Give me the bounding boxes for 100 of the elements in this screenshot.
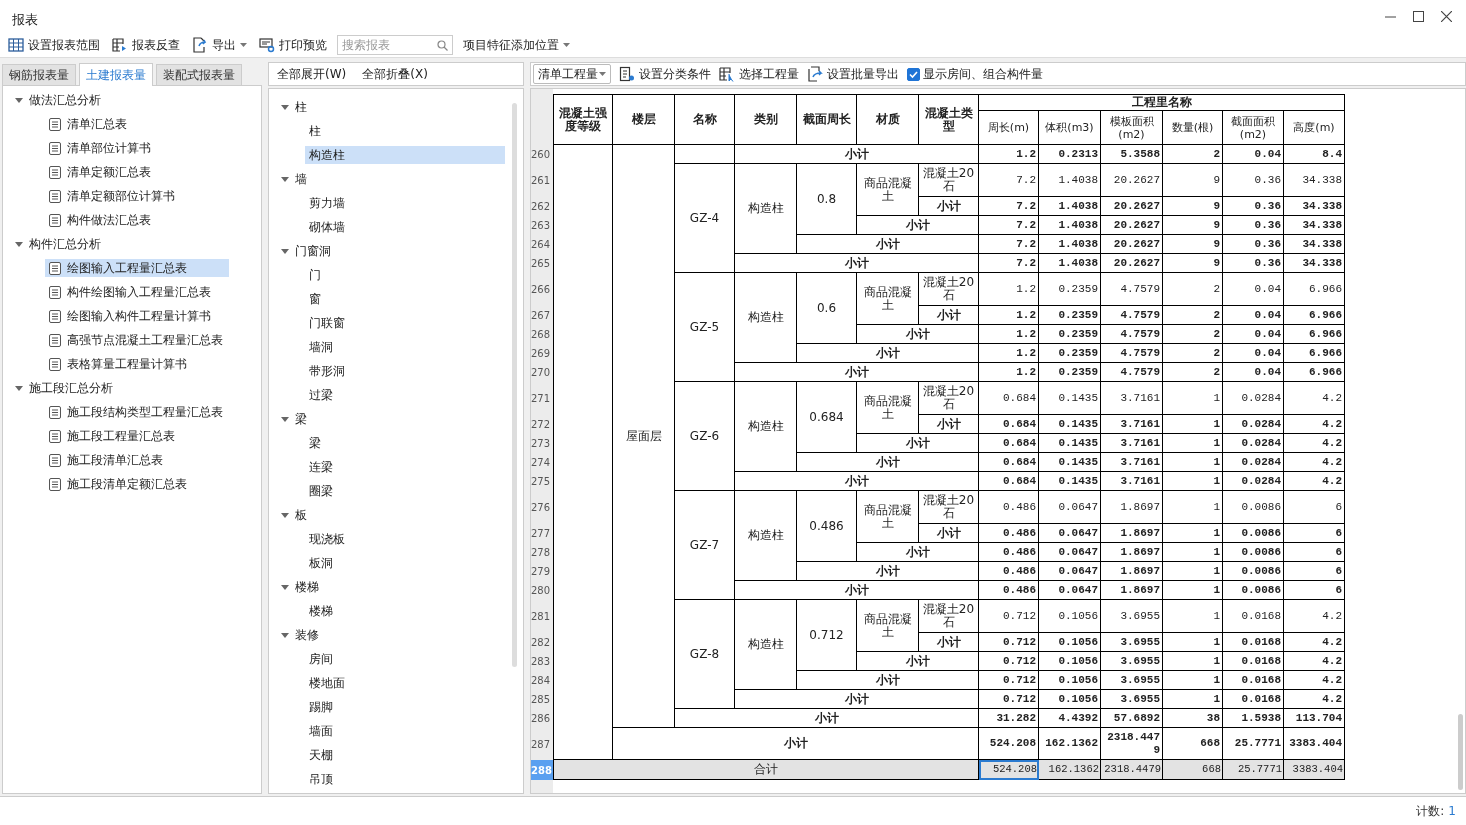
- tree-group[interactable]: 板: [295, 506, 311, 524]
- tree-group[interactable]: 楼梯: [295, 578, 323, 596]
- tree-group[interactable]: 柱: [295, 98, 311, 116]
- tree-item[interactable]: 墙洞: [305, 338, 505, 356]
- expand-arrow-icon[interactable]: [281, 512, 289, 518]
- table-cell: 57.6892: [1101, 709, 1163, 728]
- table-cell: 0.2359: [1039, 306, 1101, 325]
- tree-item[interactable]: 板洞: [305, 554, 505, 572]
- tree-item[interactable]: 门联窗: [305, 314, 505, 332]
- table-cell: 商品混凝土: [857, 600, 919, 652]
- table-cell: 0.486: [797, 491, 857, 562]
- tree-group[interactable]: 门窗洞: [295, 242, 335, 260]
- tree-group[interactable]: 装修: [295, 626, 323, 644]
- table-cell: 9: [1163, 216, 1223, 235]
- expand-arrow-icon[interactable]: [281, 176, 289, 182]
- tree-group[interactable]: 梁: [295, 410, 311, 428]
- toolbar-button[interactable]: 设置分类条件: [619, 65, 711, 83]
- tree-item[interactable]: 梁: [305, 434, 505, 452]
- table-cell: 6: [1284, 491, 1345, 524]
- tree-item[interactable]: 过梁: [305, 386, 505, 404]
- scrollbar[interactable]: [512, 103, 517, 667]
- expand-arrow-icon[interactable]: [15, 241, 23, 247]
- table-cell: 小计: [857, 216, 979, 235]
- table-cell: 小计: [797, 235, 979, 254]
- tree-item[interactable]: 楼地面: [305, 674, 505, 692]
- tree-group[interactable]: 墙: [295, 170, 311, 188]
- expand-arrow-icon[interactable]: [281, 584, 289, 590]
- expand-arrow-icon[interactable]: [15, 385, 23, 391]
- table-cell: 1: [1163, 652, 1223, 671]
- expand-arrow-icon[interactable]: [281, 104, 289, 110]
- table-cell: 1: [1163, 671, 1223, 690]
- tree-item[interactable]: 圈梁: [305, 482, 505, 500]
- toolbar-button[interactable]: 全部展开(W): [271, 64, 353, 84]
- table-cell: 0.712: [797, 600, 857, 671]
- tree-item[interactable]: 施工段清单定额汇总表: [45, 475, 229, 493]
- table-cell: 113.704: [1284, 709, 1345, 728]
- toolbar-button[interactable]: 报表反查: [110, 34, 182, 56]
- tab[interactable]: 钢筋报表量: [2, 64, 76, 85]
- export-icon: [192, 37, 208, 53]
- toolbar-button[interactable]: 全部折叠(X): [356, 64, 434, 84]
- toolbar-button[interactable]: 打印预览: [257, 34, 329, 56]
- table-cell: 0.2359: [1039, 325, 1101, 344]
- tab[interactable]: 土建报表量: [79, 63, 153, 86]
- tree-item[interactable]: 门: [305, 266, 505, 284]
- tree-group[interactable]: 构件汇总分析: [29, 235, 105, 253]
- tree-item[interactable]: 楼梯: [305, 602, 505, 620]
- position-dropdown[interactable]: 项目特征添加位置: [461, 34, 572, 56]
- tree-item[interactable]: 带形洞: [305, 362, 505, 380]
- tree-item[interactable]: 清单汇总表: [45, 115, 229, 133]
- tree-item[interactable]: 高强节点混凝土工程量汇总表: [45, 331, 229, 349]
- scrollbar[interactable]: [1458, 714, 1463, 790]
- toolbar-button[interactable]: 选择工程量: [719, 65, 799, 83]
- tree-item[interactable]: 构件做法汇总表: [45, 211, 229, 229]
- tree-item[interactable]: 房间: [305, 650, 505, 668]
- tree-item[interactable]: 踢脚: [305, 698, 505, 716]
- tree-item[interactable]: 表格算量工程量计算书: [45, 355, 229, 373]
- table-cell: 524.208: [979, 728, 1039, 760]
- tree-item[interactable]: 砌体墙: [305, 218, 505, 236]
- toolbar-button[interactable]: 设置批量导出: [807, 65, 899, 83]
- expand-arrow-icon[interactable]: [281, 632, 289, 638]
- column-header: 数量(根): [1163, 111, 1223, 145]
- tree-item[interactable]: 吊顶: [305, 770, 505, 788]
- tree-item[interactable]: 现浇板: [305, 530, 505, 548]
- document-icon: [49, 477, 61, 491]
- table-cell: 1: [1163, 633, 1223, 652]
- tree-group[interactable]: 施工段汇总分析: [29, 379, 117, 397]
- tree-item[interactable]: 天棚: [305, 746, 505, 764]
- tree-item[interactable]: 清单部位计算书: [45, 139, 229, 157]
- table-cell: 9: [1163, 197, 1223, 216]
- table-cell: 34.338: [1284, 197, 1345, 216]
- expand-arrow-icon[interactable]: [281, 416, 289, 422]
- expand-arrow-icon[interactable]: [281, 248, 289, 254]
- tree-item[interactable]: 构件绘图输入工程量汇总表: [45, 283, 229, 301]
- tree-item[interactable]: 连梁: [305, 458, 505, 476]
- quantity-type-dropdown[interactable]: 清单工程量: [533, 64, 611, 84]
- table-cell: 3.6955: [1101, 652, 1163, 671]
- table-cell: 小计: [735, 254, 979, 273]
- tree-item[interactable]: 绘图输入构件工程量计算书: [45, 307, 229, 325]
- tree-item[interactable]: 构造柱: [305, 146, 505, 164]
- table-cell: 0.0284: [1223, 382, 1284, 415]
- tree-group[interactable]: 做法汇总分析: [29, 91, 105, 109]
- tree-item[interactable]: 剪力墙: [305, 194, 505, 212]
- table-cell: 0.0284: [1223, 472, 1284, 491]
- table-cell: 1.2: [979, 145, 1039, 164]
- tree-item[interactable]: 清单定额部位计算书: [45, 187, 229, 205]
- tree-item[interactable]: 绘图输入工程量汇总表: [45, 259, 229, 277]
- tree-item[interactable]: 施工段工程量汇总表: [45, 427, 229, 445]
- tree-item[interactable]: 墙面: [305, 722, 505, 740]
- toolbar-button[interactable]: 设置报表范围: [6, 34, 102, 56]
- tab[interactable]: 装配式报表量: [156, 64, 242, 85]
- tree-item[interactable]: 清单定额汇总表: [45, 163, 229, 181]
- expand-arrow-icon[interactable]: [15, 97, 23, 103]
- tree-item[interactable]: 施工段结构类型工程量汇总表: [45, 403, 229, 421]
- tree-item[interactable]: 窗: [305, 290, 505, 308]
- table-cell: 7.2: [979, 216, 1039, 235]
- checkbox[interactable]: [907, 67, 920, 81]
- tree-item[interactable]: 柱: [305, 122, 505, 140]
- table-cell: 1.8697: [1101, 543, 1163, 562]
- toolbar-button[interactable]: 导出: [190, 34, 249, 56]
- tree-item[interactable]: 施工段清单汇总表: [45, 451, 229, 469]
